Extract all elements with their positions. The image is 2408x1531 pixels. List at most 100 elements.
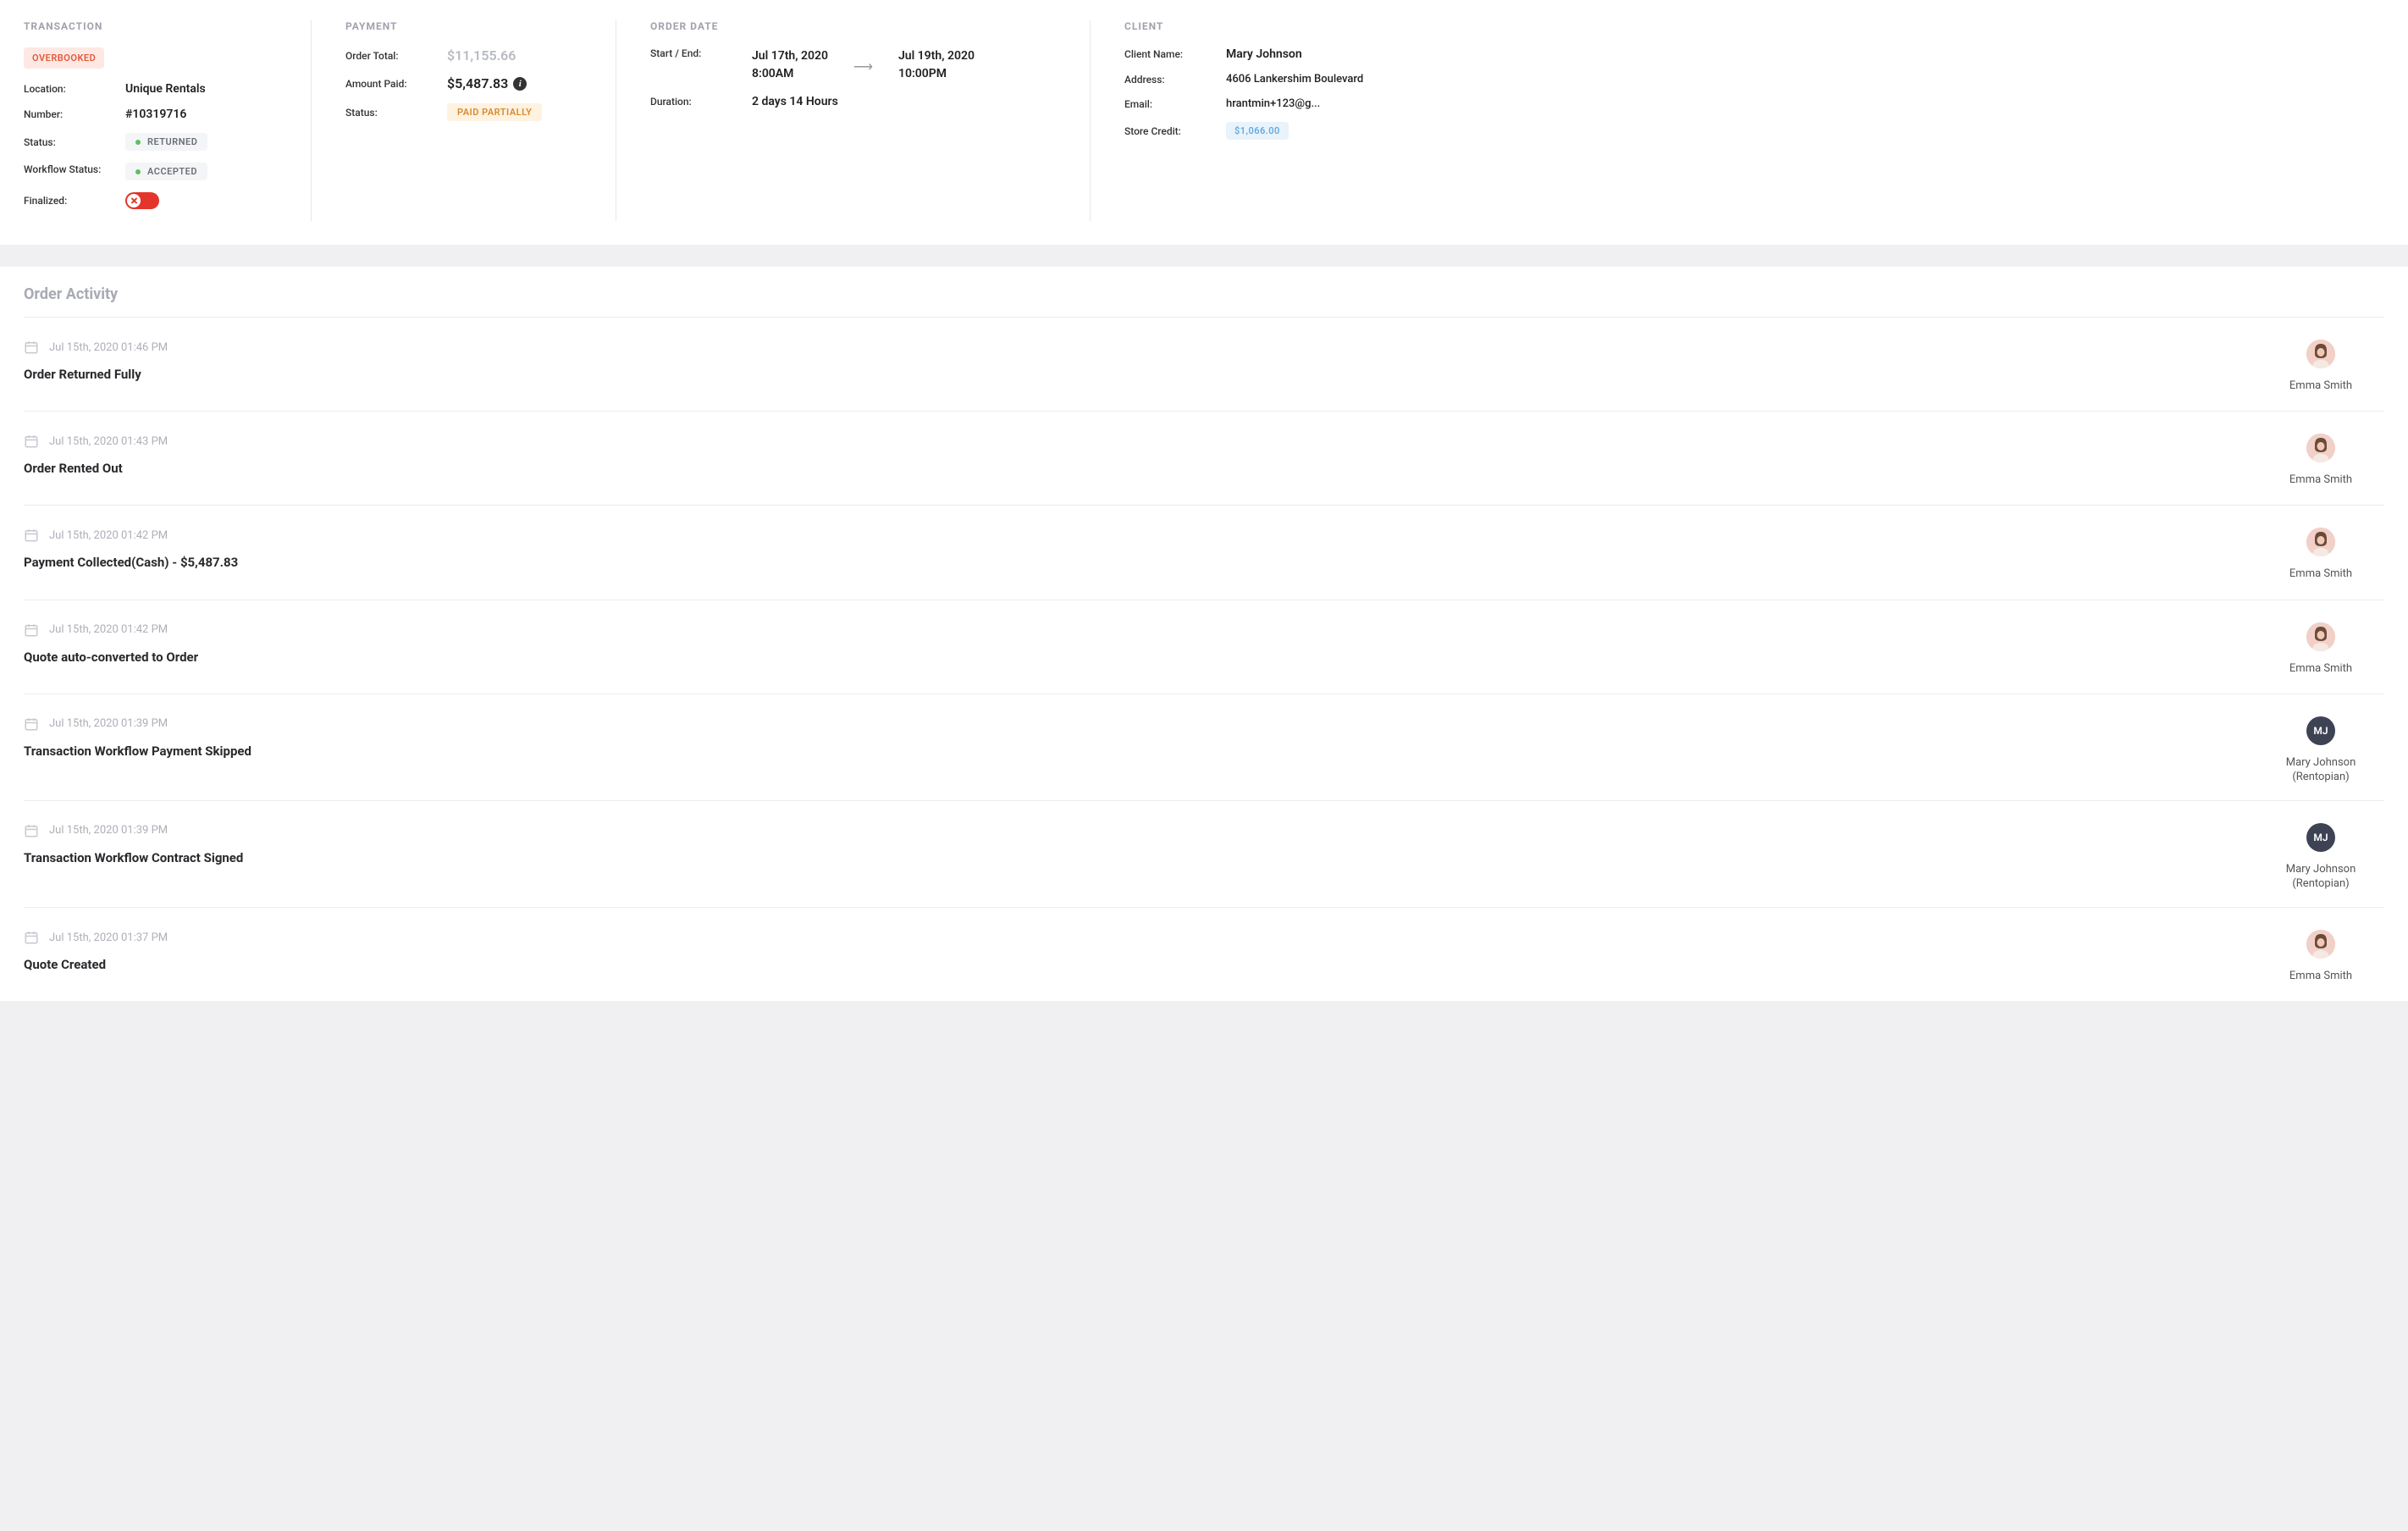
client-address-label: Address: <box>1124 74 1226 86</box>
calendar-icon <box>24 930 39 945</box>
calendar-icon <box>24 823 39 838</box>
activity-item: Jul 15th, 2020 01:37 PM Quote Created Emm… <box>24 907 2384 1001</box>
avatar[interactable] <box>2306 622 2335 651</box>
payment-status-badge: PAID PARTIALLY <box>447 103 542 121</box>
activity-description: Transaction Workflow Payment Skipped <box>24 743 2257 759</box>
workflow-dot-icon <box>135 169 141 174</box>
status-dot-icon <box>135 140 141 145</box>
payment-status-label: Status: <box>345 107 447 119</box>
activity-timestamp: Jul 15th, 2020 01:42 PM <box>49 529 168 542</box>
activity-user: Emma Smith <box>2257 434 2384 488</box>
status-label: Status: <box>24 136 125 148</box>
activity-timestamp: Jul 15th, 2020 01:39 PM <box>49 717 168 730</box>
avatar[interactable]: MJ <box>2306 823 2335 852</box>
number-label: Number: <box>24 108 125 120</box>
activity-item-left: Jul 15th, 2020 01:42 PM Quote auto-conver… <box>24 622 2257 665</box>
location-value: Unique Rentals <box>125 82 206 96</box>
overbooked-badge: OVERBOOKED <box>24 47 104 69</box>
activity-timestamp: Jul 15th, 2020 01:42 PM <box>49 623 168 636</box>
calendar-icon <box>24 434 39 449</box>
info-icon[interactable]: i <box>513 77 527 91</box>
transaction-section: TRANSACTION OVERBOOKED Location: Unique … <box>24 20 312 221</box>
calendar-icon <box>24 716 39 732</box>
order-date-header: ORDER DATE <box>650 20 1056 32</box>
avatar[interactable]: MJ <box>2306 716 2335 745</box>
activity-timestamp: Jul 15th, 2020 01:46 PM <box>49 341 168 354</box>
activity-description: Payment Collected(Cash) - $5,487.83 <box>24 555 2257 570</box>
end-time: 10:00PM <box>898 65 975 83</box>
activity-user-name: Emma Smith <box>2289 567 2352 582</box>
payment-header: PAYMENT <box>345 20 582 32</box>
activity-user-name: Mary Johnson <box>2286 755 2356 771</box>
close-icon <box>127 194 141 207</box>
store-credit-badge: $1,066.00 <box>1226 122 1289 140</box>
activity-description: Quote Created <box>24 957 2257 972</box>
activity-meta: Jul 15th, 2020 01:39 PM <box>24 716 2257 732</box>
order-activity-card: Order Activity Jul 15th, 2020 01:46 PM Or… <box>0 267 2408 1001</box>
activity-meta: Jul 15th, 2020 01:43 PM <box>24 434 2257 449</box>
payment-section: PAYMENT Order Total: $11,155.66 Amount P… <box>312 20 616 221</box>
activity-user: Emma Smith <box>2257 622 2384 677</box>
start-time: 8:00AM <box>752 65 828 83</box>
order-activity-title: Order Activity <box>24 285 2384 303</box>
avatar[interactable] <box>2306 930 2335 959</box>
order-date-section: ORDER DATE Start / End: Jul 17th, 2020 8… <box>616 20 1091 221</box>
activity-item-left: Jul 15th, 2020 01:39 PMTransaction Workf… <box>24 823 2257 865</box>
activity-item-left: Jul 15th, 2020 01:43 PM Order Rented Out <box>24 434 2257 476</box>
activity-item-left: Jul 15th, 2020 01:37 PM Quote Created <box>24 930 2257 972</box>
order-total-value: $11,155.66 <box>447 47 516 64</box>
activity-timestamp: Jul 15th, 2020 01:37 PM <box>49 931 168 944</box>
activity-item: Jul 15th, 2020 01:39 PM Transaction Workf… <box>24 694 2384 800</box>
amount-paid-value-wrap: $5,487.83 i <box>447 75 527 91</box>
avatar[interactable] <box>2306 340 2335 368</box>
finalized-label: Finalized: <box>24 195 125 207</box>
activity-description: Quote auto-converted to Order <box>24 649 2257 665</box>
end-date: Jul 19th, 2020 <box>898 47 975 65</box>
duration-label: Duration: <box>650 96 752 108</box>
avatar[interactable] <box>2306 434 2335 462</box>
activity-item: Jul 15th, 2020 01:43 PMOrder Rented Out … <box>24 411 2384 505</box>
date-range: Jul 17th, 2020 8:00AM ⟶ Jul 19th, 2020 1… <box>752 47 975 83</box>
amount-paid-label: Amount Paid: <box>345 78 447 90</box>
avatar[interactable] <box>2306 528 2335 556</box>
client-address-value: 4606 Lankershim Boulevard <box>1226 73 1363 86</box>
activity-item-left: Jul 15th, 2020 01:42 PM Payment Collected… <box>24 528 2257 570</box>
activity-timestamp: Jul 15th, 2020 01:39 PM <box>49 824 168 837</box>
activity-meta: Jul 15th, 2020 01:42 PM <box>24 528 2257 543</box>
client-email-label: Email: <box>1124 98 1226 110</box>
activity-user-name: Mary Johnson <box>2286 862 2356 877</box>
number-value: #10319716 <box>125 108 186 121</box>
finalized-toggle[interactable] <box>125 192 159 209</box>
calendar-icon <box>24 528 39 543</box>
activity-user-name: Emma Smith <box>2289 473 2352 488</box>
activity-user-sub: (Rentopian) <box>2292 771 2349 783</box>
activity-user-name: Emma Smith <box>2289 661 2352 677</box>
activity-item: Jul 15th, 2020 01:42 PM Quote auto-conver… <box>24 600 2384 694</box>
activity-item-left: Jul 15th, 2020 01:46 PM Order Returned Fu… <box>24 340 2257 382</box>
start-end-label: Start / End: <box>650 47 752 59</box>
start-date: Jul 17th, 2020 <box>752 47 828 65</box>
activity-description: Order Returned Fully <box>24 367 2257 382</box>
activity-meta: Jul 15th, 2020 01:39 PM <box>24 823 2257 838</box>
activity-meta: Jul 15th, 2020 01:42 PM <box>24 622 2257 638</box>
client-name-label: Client Name: <box>1124 48 1226 60</box>
calendar-icon <box>24 622 39 638</box>
duration-value: 2 days 14 Hours <box>752 95 838 108</box>
activity-description: Order Rented Out <box>24 461 2257 476</box>
status-badge: RETURNED <box>125 133 207 151</box>
arrow-right-icon: ⟶ <box>853 58 873 75</box>
activity-item-left: Jul 15th, 2020 01:39 PM Transaction Workf… <box>24 716 2257 759</box>
calendar-icon <box>24 340 39 355</box>
activity-user: Emma Smith <box>2257 340 2384 394</box>
order-total-label: Order Total: <box>345 50 447 62</box>
activity-item: Jul 15th, 2020 01:42 PM Payment Collected… <box>24 505 2384 599</box>
activity-user-name: Emma Smith <box>2289 969 2352 984</box>
amount-paid-value: $5,487.83 <box>447 75 508 91</box>
client-header: CLIENT <box>1124 20 2350 32</box>
activity-meta: Jul 15th, 2020 01:37 PM <box>24 930 2257 945</box>
transaction-header: TRANSACTION <box>24 20 277 32</box>
status-value: RETURNED <box>147 136 197 147</box>
workflow-status-label: Workflow Status: <box>24 163 125 177</box>
order-summary-card: TRANSACTION OVERBOOKED Location: Unique … <box>0 0 2408 245</box>
store-credit-label: Store Credit: <box>1124 125 1226 137</box>
